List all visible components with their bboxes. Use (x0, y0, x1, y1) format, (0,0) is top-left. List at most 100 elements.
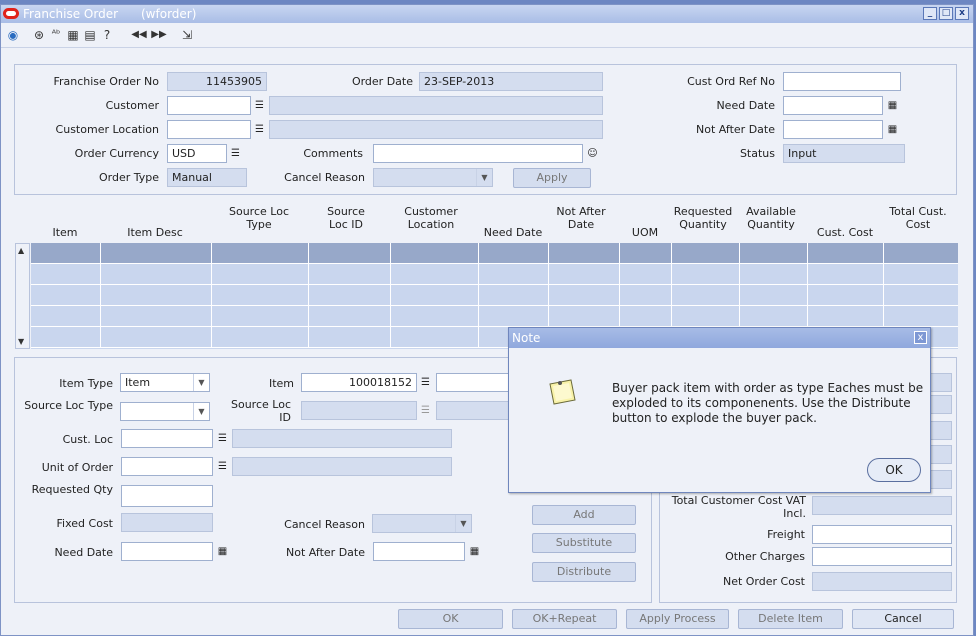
table-cell[interactable] (212, 327, 309, 348)
item-type-select[interactable]: Item ▼ (120, 373, 210, 392)
table-cell[interactable] (101, 306, 212, 327)
customer-location-input[interactable] (167, 120, 251, 139)
table-cell[interactable] (31, 264, 101, 285)
customer-location-lov-icon[interactable]: ☰ (253, 122, 266, 137)
spellcheck-icon[interactable]: ᴬᵇ (48, 27, 64, 43)
help-icon[interactable]: ⊛ (31, 27, 47, 43)
customer-lov-icon[interactable]: ☰ (253, 98, 266, 113)
close-window-button[interactable]: x (955, 7, 969, 20)
table-cell[interactable] (740, 264, 808, 285)
table-scrollbar[interactable]: ▲ ▼ (15, 243, 30, 349)
table-cell[interactable] (479, 306, 549, 327)
table-cell[interactable] (672, 285, 740, 306)
table-cell[interactable] (549, 285, 620, 306)
table-cell[interactable] (31, 243, 101, 264)
table-cell[interactable] (391, 285, 479, 306)
need-date-input[interactable] (783, 96, 883, 115)
table-cell[interactable] (31, 285, 101, 306)
edit-icon[interactable]: ▤ (82, 27, 98, 43)
scroll-down-icon[interactable]: ▼ (18, 337, 24, 346)
table-cell[interactable] (549, 243, 620, 264)
table-cell[interactable] (672, 243, 740, 264)
table-cell[interactable] (391, 327, 479, 348)
item-lov-icon[interactable]: ☰ (419, 375, 432, 390)
table-cell[interactable] (101, 285, 212, 306)
table-cell[interactable] (549, 264, 620, 285)
cust-loc-lov-icon[interactable]: ☰ (216, 431, 229, 446)
table-cell[interactable] (309, 243, 391, 264)
table-row[interactable] (31, 285, 958, 306)
table-cell[interactable] (101, 243, 212, 264)
dialog-close-button[interactable]: x (914, 331, 927, 344)
table-cell[interactable] (309, 306, 391, 327)
table-cell[interactable] (391, 306, 479, 327)
apply-process-button[interactable]: Apply Process (626, 609, 729, 629)
table-cell[interactable] (808, 243, 884, 264)
table-cell[interactable] (620, 243, 672, 264)
table-cell[interactable] (212, 264, 309, 285)
table-cell[interactable] (808, 285, 884, 306)
table-cell[interactable] (391, 264, 479, 285)
table-cell[interactable] (740, 285, 808, 306)
next-record-icon[interactable]: ▶▶ (151, 27, 167, 43)
table-cell[interactable] (549, 306, 620, 327)
maximize-button[interactable]: □ (939, 7, 953, 20)
freight-input[interactable] (812, 525, 952, 544)
table-cell[interactable] (101, 264, 212, 285)
table-cell[interactable] (672, 264, 740, 285)
delete-item-button[interactable]: Delete Item (738, 609, 843, 629)
table-cell[interactable] (31, 306, 101, 327)
table-cell[interactable] (212, 285, 309, 306)
table-cell[interactable] (212, 243, 309, 264)
table-cell[interactable] (620, 285, 672, 306)
table-cell[interactable] (808, 264, 884, 285)
unit-of-order-input[interactable] (121, 457, 213, 476)
customer-input[interactable] (167, 96, 251, 115)
item-input[interactable]: 100018152 (301, 373, 417, 392)
apply-button[interactable]: Apply (513, 168, 591, 188)
order-currency-input[interactable]: USD (167, 144, 227, 163)
unit-of-order-lov-icon[interactable]: ☰ (216, 459, 229, 474)
table-cell[interactable] (309, 264, 391, 285)
add-button[interactable]: Add (532, 505, 636, 525)
detail-not-after-date-calendar-icon[interactable]: ▦ (468, 544, 481, 559)
calendar-icon[interactable]: ▦ (65, 27, 81, 43)
detail-need-date-input[interactable] (121, 542, 213, 561)
table-cell[interactable] (479, 264, 549, 285)
table-cell[interactable] (672, 306, 740, 327)
scroll-up-icon[interactable]: ▲ (18, 246, 24, 255)
source-loc-type-select[interactable]: ▼ (120, 402, 210, 421)
table-cell[interactable] (479, 285, 549, 306)
cancel-button[interactable]: Cancel (852, 609, 954, 629)
table-cell[interactable] (31, 327, 101, 348)
need-date-calendar-icon[interactable]: ▦ (886, 98, 899, 113)
table-row[interactable] (31, 306, 958, 327)
comments-input[interactable] (373, 144, 583, 163)
table-cell[interactable] (309, 327, 391, 348)
table-cell[interactable] (740, 243, 808, 264)
question-icon[interactable]: ? (99, 27, 115, 43)
table-cell[interactable] (391, 243, 479, 264)
table-cell[interactable] (740, 306, 808, 327)
cust-ord-ref-no-input[interactable] (783, 72, 901, 91)
order-currency-lov-icon[interactable]: ☰ (229, 146, 242, 161)
table-cell[interactable] (101, 327, 212, 348)
ok-repeat-button[interactable]: OK+Repeat (512, 609, 617, 629)
table-cell[interactable] (212, 306, 309, 327)
table-cell[interactable] (479, 243, 549, 264)
table-cell[interactable] (309, 285, 391, 306)
table-row[interactable] (31, 264, 958, 285)
minimize-button[interactable]: _ (923, 7, 937, 20)
requested-qty-input[interactable] (121, 485, 213, 507)
comments-editor-icon[interactable]: ☺ (586, 146, 599, 161)
detail-need-date-calendar-icon[interactable]: ▦ (216, 544, 229, 559)
table-row[interactable] (31, 243, 958, 264)
exit-icon[interactable]: ⇲ (179, 27, 195, 43)
not-after-date-input[interactable] (783, 120, 883, 139)
cust-loc-input[interactable] (121, 429, 213, 448)
substitute-button[interactable]: Substitute (532, 533, 636, 553)
not-after-date-calendar-icon[interactable]: ▦ (886, 122, 899, 137)
table-cell[interactable] (808, 306, 884, 327)
distribute-button[interactable]: Distribute (532, 562, 636, 582)
table-cell[interactable] (620, 306, 672, 327)
